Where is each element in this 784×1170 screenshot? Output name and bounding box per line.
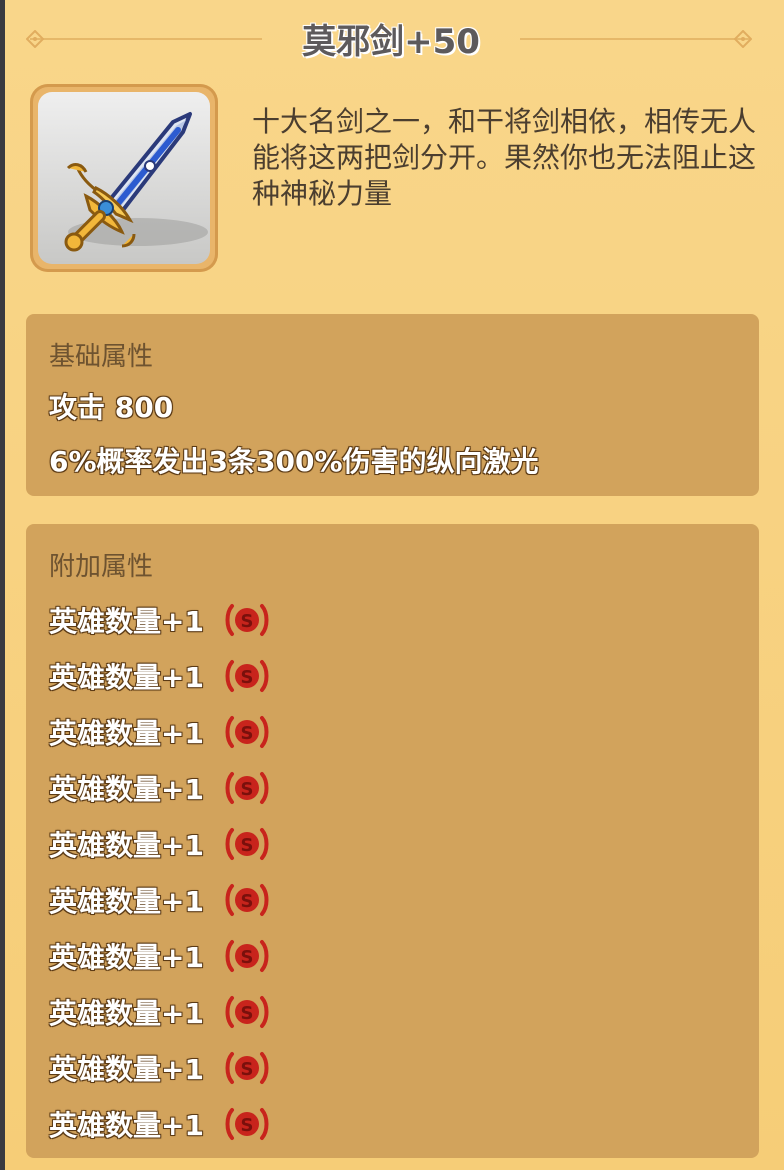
- svg-text:S: S: [240, 1115, 253, 1136]
- extra-attribute-label: 英雄数量+1: [49, 661, 204, 694]
- extra-attribute-row: 英雄数量+1 S: [49, 936, 270, 976]
- extra-attribute-row: 英雄数量+1 S: [49, 600, 270, 640]
- extra-attribute-row: 英雄数量+1 S: [49, 768, 270, 808]
- rarity-s-badge-icon: S: [224, 995, 270, 1029]
- rarity-s-badge-icon: S: [224, 1107, 270, 1141]
- extra-attribute-label: 英雄数量+1: [49, 773, 204, 806]
- extra-attribute-label: 英雄数量+1: [49, 1053, 204, 1086]
- rarity-s-badge-icon: S: [224, 659, 270, 693]
- item-name: 莫邪剑+50: [302, 22, 480, 62]
- rarity-s-badge-icon: S: [224, 715, 270, 749]
- extra-attribute-label: 英雄数量+1: [49, 605, 204, 638]
- item-description: 十大名剑之一，和干将剑相依，相传无人能将这两把剑分开。果然你也无法阻止这种神秘力…: [252, 105, 757, 210]
- rarity-s-badge-icon: S: [224, 827, 270, 861]
- ornament-right-icon: [734, 30, 752, 48]
- svg-text:S: S: [240, 667, 253, 688]
- item-icon-background: [38, 92, 210, 264]
- extra-attributes-title: 附加属性: [49, 552, 154, 582]
- rarity-s-badge-icon: S: [224, 1051, 270, 1085]
- extra-attribute-row: 英雄数量+1 S: [49, 656, 270, 696]
- extra-attribute-label: 英雄数量+1: [49, 941, 204, 974]
- extra-attribute-label: 英雄数量+1: [49, 997, 204, 1030]
- title-divider-right: [520, 38, 750, 40]
- ornament-left-icon: [26, 30, 44, 48]
- extra-attribute-label: 英雄数量+1: [49, 717, 204, 750]
- rarity-s-badge-icon: S: [224, 603, 270, 637]
- extra-attribute-label: 英雄数量+1: [49, 829, 204, 862]
- svg-text:S: S: [240, 1059, 253, 1080]
- rarity-s-badge-icon: S: [224, 939, 270, 973]
- rarity-s-badge-icon: S: [224, 771, 270, 805]
- extra-attribute-label: 英雄数量+1: [49, 1109, 204, 1142]
- extra-attribute-row: 英雄数量+1 S: [49, 712, 270, 752]
- extra-attribute-row: 英雄数量+1 S: [49, 880, 270, 920]
- base-attributes-title: 基础属性: [49, 342, 154, 372]
- item-icon-frame: [30, 84, 218, 272]
- attack-stat: 攻击 800: [49, 391, 174, 424]
- extra-attribute-row: 英雄数量+1 S: [49, 824, 270, 864]
- title-bar: 莫邪剑+50: [0, 0, 784, 78]
- svg-text:S: S: [240, 611, 253, 632]
- extra-attribute-row: 英雄数量+1 S: [49, 992, 270, 1032]
- svg-text:S: S: [240, 947, 253, 968]
- extra-attribute-label: 英雄数量+1: [49, 885, 204, 918]
- extra-attribute-row: 英雄数量+1 S: [49, 1048, 270, 1088]
- extra-attribute-row: 英雄数量+1 S: [49, 1104, 270, 1144]
- base-attributes-section: 基础属性 攻击 800 6%概率发出3条300%伤害的纵向激光: [26, 314, 759, 496]
- laser-effect-stat: 6%概率发出3条300%伤害的纵向激光: [49, 445, 539, 478]
- sword-icon: [64, 112, 208, 252]
- title-divider-left: [30, 38, 262, 40]
- svg-text:S: S: [240, 891, 253, 912]
- svg-text:S: S: [240, 723, 253, 744]
- rarity-s-badge-icon: S: [224, 883, 270, 917]
- svg-text:S: S: [240, 779, 253, 800]
- svg-text:S: S: [240, 835, 253, 856]
- svg-text:S: S: [240, 1003, 253, 1024]
- extra-attributes-section: 附加属性 英雄数量+1 S 英雄数量+1 S 英雄数量+1 S 英雄数量+1 S 英雄数量+1 S…: [26, 524, 759, 1158]
